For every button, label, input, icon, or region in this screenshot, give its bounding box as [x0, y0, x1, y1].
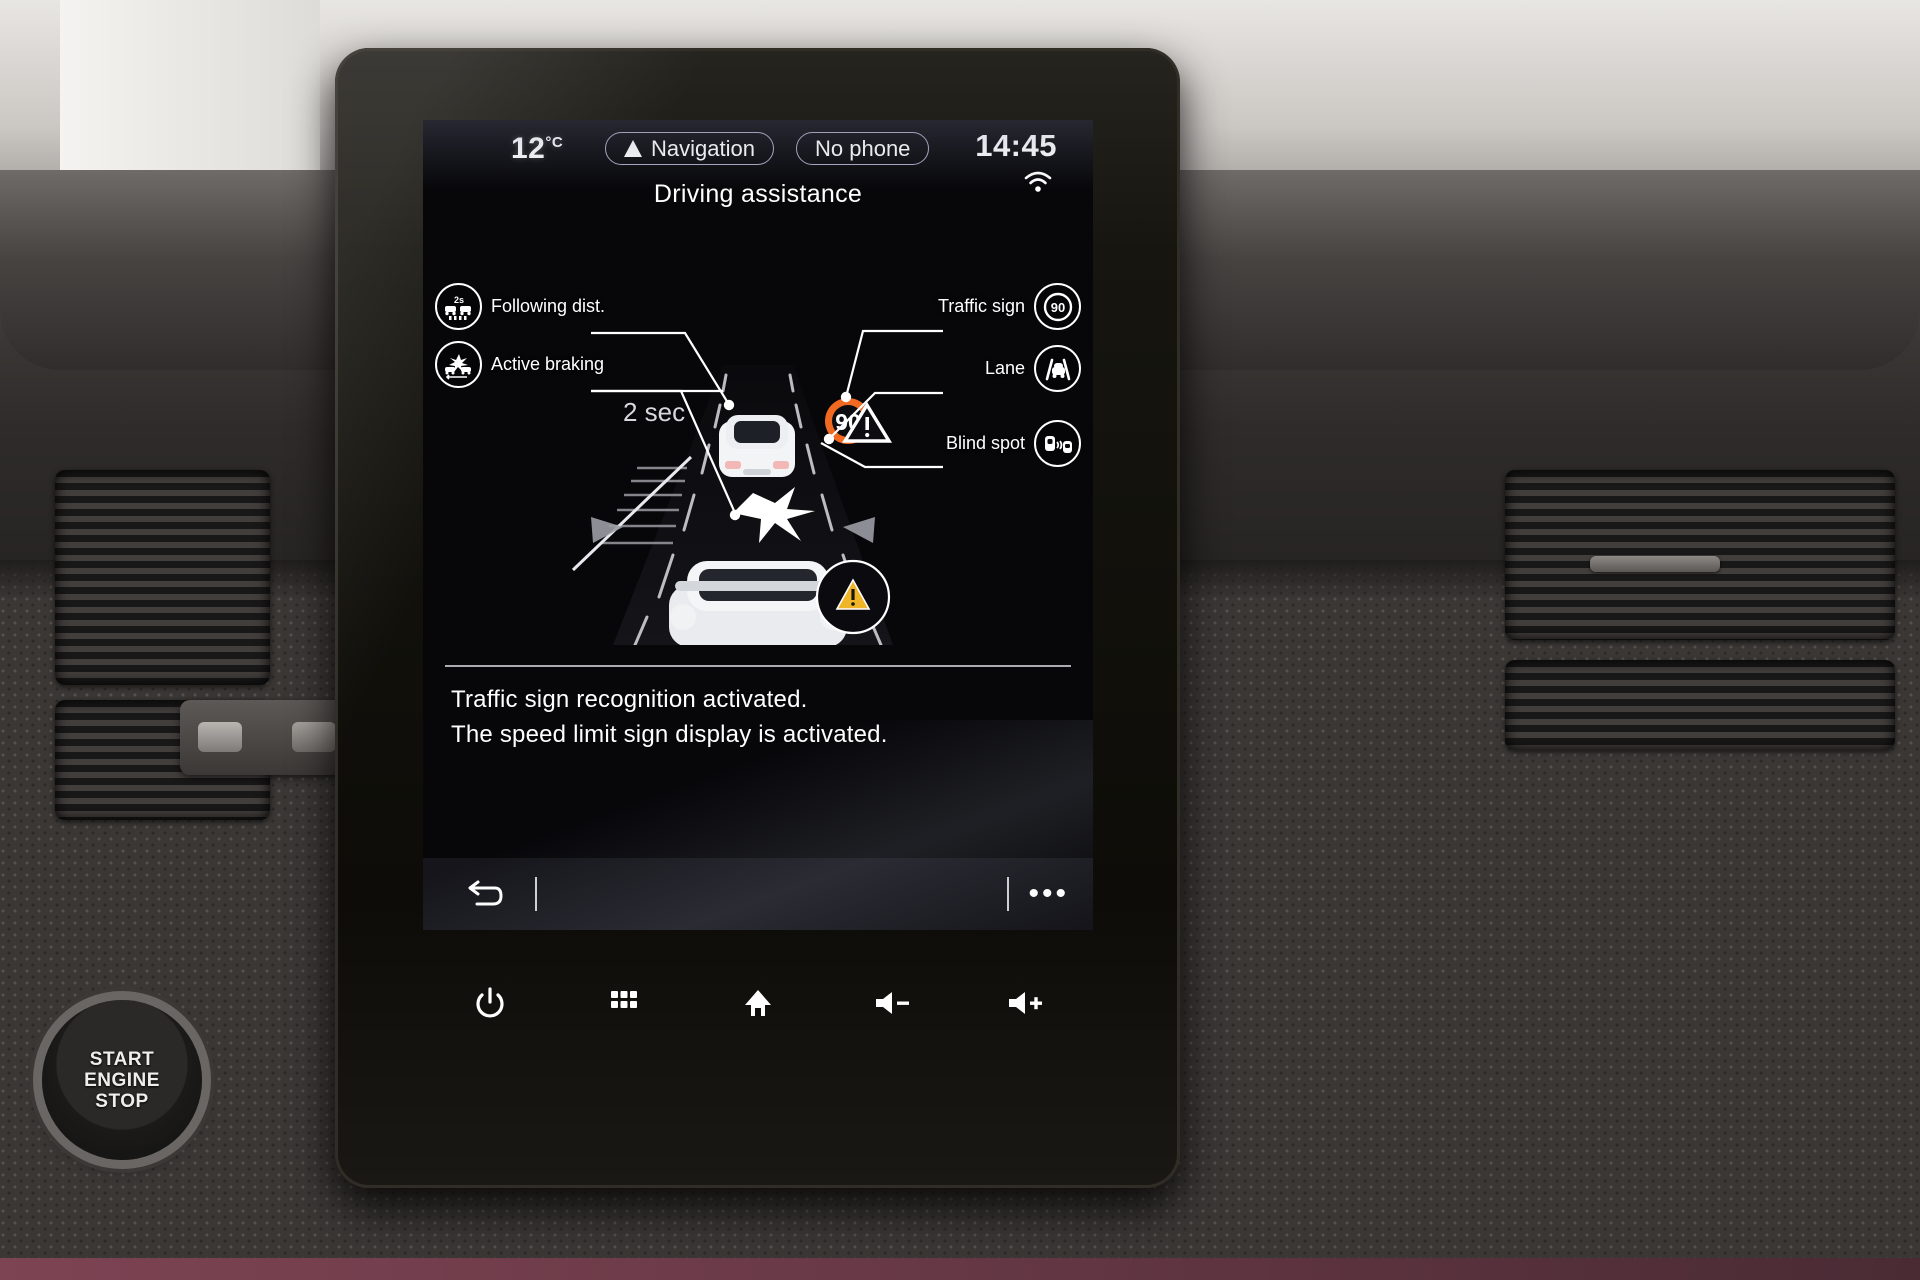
air-vent-left [55, 470, 270, 685]
status-message: Traffic sign recognition activated. The … [451, 682, 1061, 752]
start-label: START [89, 1048, 155, 1070]
stop-label: STOP [95, 1090, 149, 1112]
start-engine-stop-button[interactable]: START ENGINE STOP [42, 1000, 202, 1160]
toolbar-separator-right [1007, 877, 1009, 911]
temperature-value: 12 [511, 132, 546, 165]
svg-text:2s: 2s [453, 295, 463, 305]
callout-label: Lane [984, 358, 1025, 378]
following-distance-icon: 2s [435, 283, 482, 330]
console-control-pad[interactable] [180, 700, 355, 775]
blind-spot-icon [1034, 420, 1081, 467]
callout-blind-spot[interactable]: Blind spot [946, 420, 1081, 467]
active-braking-icon [435, 341, 482, 388]
blind-spot-warning-icon [815, 559, 891, 635]
more-options-icon[interactable]: ••• [1028, 879, 1069, 909]
following-distance-value: 2 sec [623, 397, 685, 427]
heated-seat-button[interactable] [198, 722, 242, 752]
home-icon [745, 990, 771, 1016]
status-message-line-2: The speed limit sign display is activate… [451, 721, 888, 748]
apps-button[interactable] [589, 975, 659, 1031]
phone-status-shortcut[interactable]: No phone [796, 132, 930, 165]
volume-down-icon [876, 992, 909, 1014]
infotainment-screen-bezel: 12°C Navigation No phone 14:45 Driving a… [335, 48, 1180, 1188]
status-bar: 12°C Navigation No phone 14:45 [423, 120, 1093, 192]
callout-following-distance[interactable]: 2s Following dist. [435, 283, 605, 330]
power-icon [476, 987, 504, 1018]
engine-label: ENGINE [84, 1069, 160, 1091]
status-message-line-1: Traffic sign recognition activated. [451, 686, 808, 713]
clock: 14:45 [975, 128, 1057, 163]
traffic-sign-icon: 90 [1034, 283, 1081, 330]
volume-down-button[interactable] [857, 975, 927, 1031]
trim-strip [0, 1258, 1920, 1280]
callout-label: Traffic sign [937, 296, 1025, 316]
driving-assistance-diagram: 90 2 sec 2s Following dist. Active braki… [423, 225, 1093, 645]
defrost-button[interactable] [292, 722, 336, 752]
navigation-shortcut[interactable]: Navigation [605, 132, 774, 165]
detected-speed-sign: 90 [825, 398, 893, 444]
callout-active-braking[interactable]: Active braking [435, 341, 604, 388]
back-arrow-icon[interactable] [465, 878, 503, 910]
infotainment-display[interactable]: 12°C Navigation No phone 14:45 Driving a… [423, 120, 1093, 930]
phone-label: No phone [815, 135, 911, 161]
screen-toolbar: ••• [423, 858, 1093, 930]
lead-vehicle [719, 415, 795, 477]
temperature-unit: °C [545, 134, 564, 151]
air-vent-right [1505, 470, 1895, 640]
navigation-arrow-icon [624, 140, 642, 157]
callout-label: Blind spot [945, 433, 1025, 453]
outside-temperature: 12°C [511, 132, 563, 166]
vent-slider-right[interactable] [1590, 556, 1720, 572]
callout-lane[interactable]: Lane [985, 345, 1081, 392]
volume-up-icon [1009, 992, 1042, 1014]
svg-text:90: 90 [1050, 300, 1064, 315]
page-title: Driving assistance [653, 180, 863, 208]
home-button[interactable] [723, 975, 793, 1031]
air-vent-right-lower [1505, 660, 1895, 750]
toolbar-separator-left [535, 877, 537, 911]
navigation-label: Navigation [651, 135, 755, 161]
callout-traffic-sign[interactable]: 90 Traffic sign [938, 283, 1081, 330]
volume-up-button[interactable] [991, 975, 1061, 1031]
apps-grid-icon [611, 991, 637, 1008]
power-button[interactable] [455, 975, 525, 1031]
lane-keeping-icon [1034, 345, 1081, 392]
hardware-button-bar [423, 948, 1093, 1058]
callout-label: Following dist. [491, 296, 606, 316]
content-divider [445, 665, 1071, 667]
callout-label: Active braking [491, 354, 605, 374]
